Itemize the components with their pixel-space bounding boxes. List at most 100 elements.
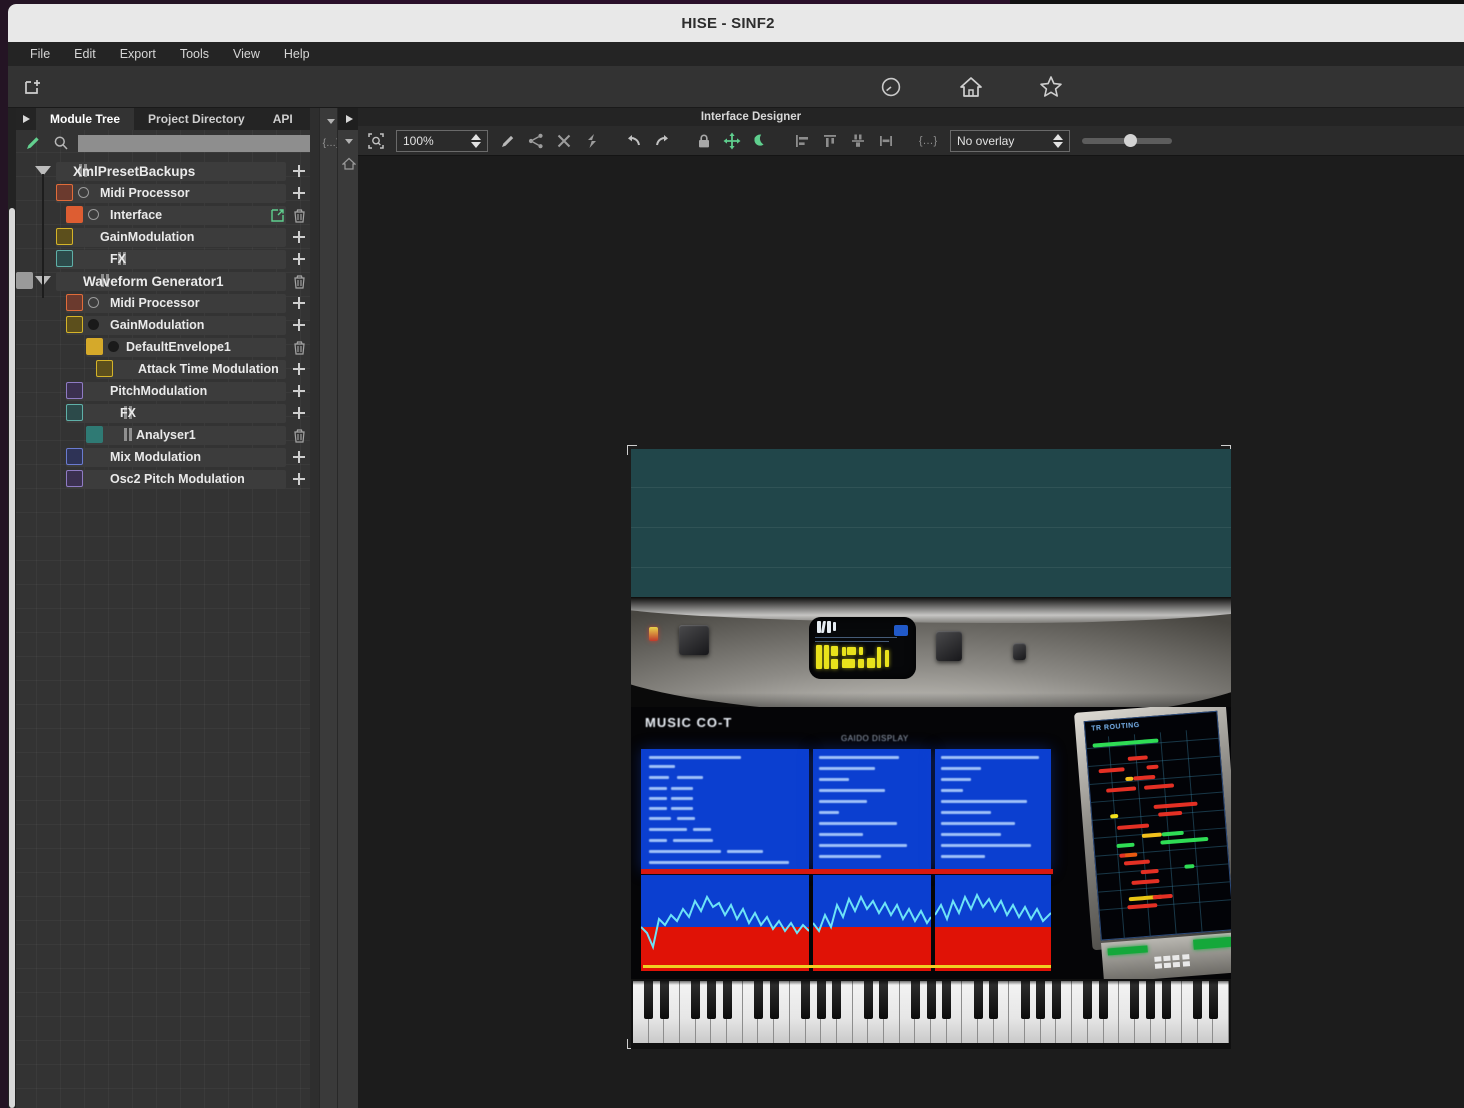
code-braces-icon[interactable]: {…} <box>914 128 942 154</box>
lock-icon[interactable] <box>690 128 718 154</box>
menu-item-file[interactable]: File <box>18 44 62 64</box>
left-window-scrollbar-thumb[interactable] <box>9 208 15 1108</box>
edit-pencil-icon[interactable] <box>22 132 44 154</box>
plugin-header-band[interactable] <box>631 449 1231 597</box>
tree-row[interactable]: Osc2 Pitch Modulation <box>16 468 319 490</box>
edit-pencil-icon[interactable] <box>494 128 522 154</box>
align-top-icon[interactable] <box>816 128 844 154</box>
search-icon[interactable] <box>50 132 72 154</box>
tree-color-swatch[interactable] <box>66 404 83 421</box>
align-left-icon[interactable] <box>788 128 816 154</box>
tree-row[interactable]: Midi Processor <box>16 182 319 204</box>
tree-delete-button[interactable] <box>290 206 308 224</box>
tree-bypass-toggle[interactable] <box>108 341 119 352</box>
tree-row[interactable]: FX <box>16 402 319 424</box>
overlay-select[interactable]: No overlay <box>950 129 1070 152</box>
menu-item-export[interactable]: Export <box>108 44 168 64</box>
distribute-vertical-icon[interactable] <box>844 128 872 154</box>
tree-color-swatch[interactable] <box>56 250 73 267</box>
home-icon[interactable] <box>956 72 986 102</box>
panel-expand-arrow-icon[interactable] <box>16 108 36 130</box>
tree-bypass-toggle[interactable] <box>88 297 99 308</box>
menu-item-view[interactable]: View <box>221 44 272 64</box>
keyboard-black-key[interactable] <box>659 981 669 1019</box>
night-mode-icon[interactable] <box>746 128 774 154</box>
tree-row[interactable]: FX <box>16 248 319 270</box>
keyboard-black-key[interactable] <box>1036 981 1046 1019</box>
distribute-horizontal-icon[interactable] <box>872 128 900 154</box>
plugin-interface-preview[interactable]: MUSIC CO-T GAIDO DISPLAY TR ROUTING <box>623 441 1235 1053</box>
tree-row[interactable]: Analyser1 <box>16 424 319 446</box>
tree-delete-button[interactable] <box>290 272 308 290</box>
tree-add-button[interactable] <box>290 228 308 246</box>
tree-row[interactable]: Attack Time Modulation <box>16 358 319 380</box>
keyboard-black-key[interactable] <box>1099 981 1109 1019</box>
virtual-midi-keyboard[interactable] <box>631 979 1231 1049</box>
tree-color-swatch[interactable] <box>66 316 83 333</box>
menu-item-tools[interactable]: Tools <box>168 44 221 64</box>
meter-icon[interactable] <box>876 72 906 102</box>
tree-color-swatch[interactable] <box>86 426 103 443</box>
keyboard-black-key[interactable] <box>926 981 936 1019</box>
keyboard-black-key[interactable] <box>644 981 654 1019</box>
keyboard-black-key[interactable] <box>1161 981 1171 1019</box>
tree-add-button[interactable] <box>290 294 308 312</box>
keyboard-black-key[interactable] <box>942 981 952 1019</box>
tree-add-button[interactable] <box>290 360 308 378</box>
keyboard-black-key[interactable] <box>863 981 873 1019</box>
tree-color-swatch[interactable] <box>66 470 83 487</box>
collapse-triangle-icon[interactable] <box>338 130 360 152</box>
tree-add-button[interactable] <box>290 404 308 422</box>
keyboard-black-key[interactable] <box>706 981 716 1019</box>
tree-add-button[interactable] <box>290 316 308 334</box>
keyboard-black-key[interactable] <box>816 981 826 1019</box>
plugin-interface-canvas[interactable]: MUSIC CO-T GAIDO DISPLAY TR ROUTING <box>631 449 1231 1049</box>
tree-row[interactable]: GainModulation <box>16 226 319 248</box>
module-tree-search-input[interactable] <box>78 134 313 152</box>
home-icon[interactable] <box>338 152 360 174</box>
tab-api[interactable]: API <box>259 108 307 130</box>
keyboard-black-key[interactable] <box>769 981 779 1019</box>
tree-bypass-toggle[interactable] <box>78 187 89 198</box>
tree-row[interactable]: XmlPresetBackups <box>16 160 319 182</box>
new-project-icon[interactable] <box>18 72 48 102</box>
menu-item-edit[interactable]: Edit <box>62 44 108 64</box>
undo-icon[interactable] <box>620 128 648 154</box>
opacity-slider[interactable] <box>1082 130 1172 152</box>
tab-module-tree[interactable]: Module Tree <box>36 108 135 130</box>
tree-add-button[interactable] <box>290 448 308 466</box>
menu-item-help[interactable]: Help <box>272 44 322 64</box>
zoom-level-select[interactable]: 100% <box>396 129 488 152</box>
tree-bypass-toggle[interactable] <box>88 319 99 330</box>
redo-icon[interactable] <box>648 128 676 154</box>
tab-project-directory[interactable]: Project Directory <box>134 108 259 130</box>
tree-add-button[interactable] <box>290 382 308 400</box>
left-window-scrollbar[interactable] <box>8 108 16 1108</box>
keyboard-black-key[interactable] <box>691 981 701 1019</box>
module-tree-scrollbar[interactable] <box>310 108 319 1108</box>
keyboard-black-key[interactable] <box>879 981 889 1019</box>
tree-add-button[interactable] <box>290 162 308 180</box>
tree-row[interactable]: PitchModulation <box>16 380 319 402</box>
tree-row[interactable]: Interface <box>16 204 319 226</box>
keyboard-keybed[interactable] <box>633 981 1229 1043</box>
tree-color-swatch[interactable] <box>56 184 73 201</box>
tree-color-swatch[interactable] <box>66 448 83 465</box>
tree-bypass-toggle[interactable] <box>88 209 99 220</box>
tree-color-swatch[interactable] <box>16 272 33 289</box>
tree-color-swatch[interactable] <box>56 228 73 245</box>
tree-add-button[interactable] <box>290 184 308 202</box>
play-triangle-icon[interactable] <box>338 108 360 130</box>
tree-row[interactable]: DefaultEnvelope1 <box>16 336 319 358</box>
keyboard-black-key[interactable] <box>1193 981 1203 1019</box>
tree-row[interactable]: Midi Processor <box>16 292 319 314</box>
share-node-icon[interactable] <box>522 128 550 154</box>
keyboard-black-key[interactable] <box>832 981 842 1019</box>
keyboard-black-key[interactable] <box>1051 981 1061 1019</box>
keyboard-black-key[interactable] <box>1130 981 1140 1019</box>
keyboard-black-key[interactable] <box>722 981 732 1019</box>
rebuild-icon[interactable] <box>578 128 606 154</box>
tree-color-swatch[interactable] <box>66 382 83 399</box>
tree-add-button[interactable] <box>290 250 308 268</box>
tree-add-button[interactable] <box>290 470 308 488</box>
